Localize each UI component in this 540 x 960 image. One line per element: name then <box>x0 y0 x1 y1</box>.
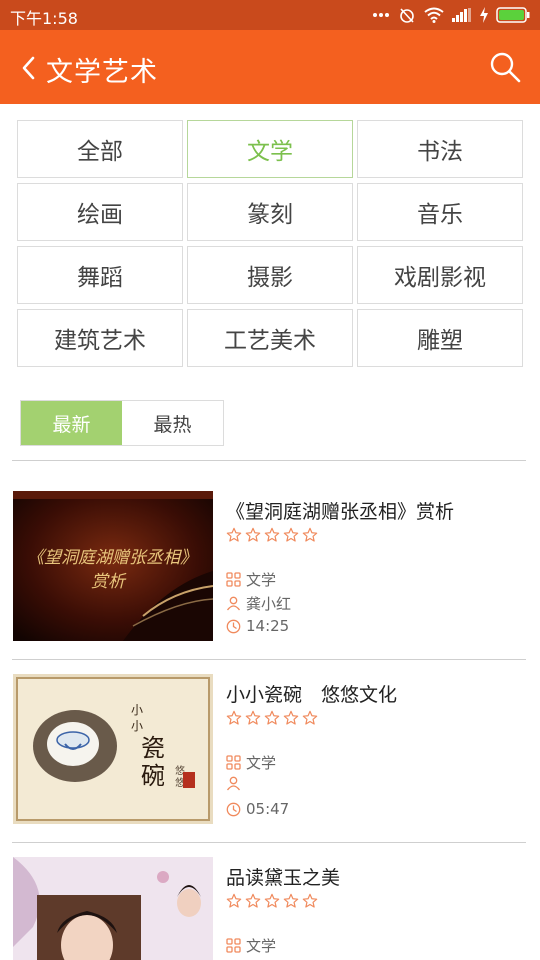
item-title: 《望洞庭湖赠张丞相》赏析 <box>226 501 455 523</box>
star-icon <box>283 710 299 726</box>
star-icon <box>264 893 280 909</box>
item-author: 龚小红 <box>226 593 291 614</box>
more-dots-icon <box>372 12 390 18</box>
svg-text:瓷: 瓷 <box>141 734 165 762</box>
video-thumbnail: 《望洞庭湖赠张丞相》 赏析 <box>13 491 213 641</box>
grid-icon <box>226 938 241 953</box>
divider <box>12 460 526 461</box>
video-thumbnail <box>13 857 213 960</box>
item-author <box>226 776 246 791</box>
divider <box>12 659 526 660</box>
video-thumbnail: 小 小 瓷 碗 悠 悠 <box>13 674 213 824</box>
item-category-label: 文学 <box>246 937 277 955</box>
grid-icon <box>226 572 241 587</box>
user-icon <box>226 596 241 611</box>
category-seal-carving[interactable]: 篆刻 <box>187 183 353 241</box>
svg-text:《望洞庭湖赠张丞相》: 《望洞庭湖赠张丞相》 <box>27 548 197 568</box>
divider <box>12 842 526 843</box>
svg-text:赏析: 赏析 <box>91 572 127 592</box>
star-icon <box>226 710 242 726</box>
category-literature[interactable]: 文学 <box>187 120 353 178</box>
category-grid: 全部 文学 书法 绘画 篆刻 音乐 舞蹈 摄影 戏剧影视 建筑艺术 工艺美术 雕… <box>17 120 523 368</box>
item-title: 品读黛玉之美 <box>226 867 341 889</box>
signal-icon <box>452 8 472 22</box>
category-all[interactable]: 全部 <box>17 120 183 178</box>
item-category: 文学 <box>226 935 276 956</box>
star-icon <box>226 527 242 543</box>
page-title: 文学艺术 <box>46 57 158 88</box>
star-icon <box>264 527 280 543</box>
clock-icon <box>226 619 241 634</box>
category-drama-film[interactable]: 戏剧影视 <box>357 246 523 304</box>
category-photography[interactable]: 摄影 <box>187 246 353 304</box>
tab-newest[interactable]: 最新 <box>21 401 122 445</box>
star-icon <box>245 710 261 726</box>
item-category: 文学 <box>226 752 276 773</box>
user-icon <box>226 776 241 791</box>
item-duration-label: 05:47 <box>246 800 290 818</box>
category-calligraphy[interactable]: 书法 <box>357 120 523 178</box>
svg-text:小: 小 <box>131 703 143 717</box>
star-icon <box>226 893 242 909</box>
rating-stars <box>226 710 318 726</box>
category-music[interactable]: 音乐 <box>357 183 523 241</box>
star-icon <box>283 527 299 543</box>
tab-hottest[interactable]: 最热 <box>122 401 223 445</box>
item-title: 小小瓷碗 悠悠文化 <box>226 684 398 706</box>
star-icon <box>302 893 318 909</box>
star-icon <box>302 710 318 726</box>
category-painting[interactable]: 绘画 <box>17 183 183 241</box>
search-button[interactable] <box>488 50 522 84</box>
item-category-label: 文学 <box>246 754 277 772</box>
item-duration: 14:25 <box>226 617 289 635</box>
star-icon <box>245 893 261 909</box>
list-item[interactable]: 《望洞庭湖赠张丞相》 赏析 《望洞庭湖赠张丞相》赏析 文学 龚小红 14:25 <box>0 491 540 661</box>
star-icon <box>302 527 318 543</box>
wifi-icon <box>424 7 444 23</box>
item-duration-label: 14:25 <box>246 617 290 635</box>
star-icon <box>264 710 280 726</box>
alarm-off-icon <box>398 6 416 24</box>
item-duration: 05:47 <box>226 800 289 818</box>
grid-icon <box>226 755 241 770</box>
list-item[interactable]: 小 小 瓷 碗 悠 悠 小小瓷碗 悠悠文化 文学 05:47 <box>0 674 540 844</box>
search-icon <box>488 52 522 88</box>
status-time: 下午1:58 <box>10 9 78 28</box>
sort-tabs: 最新 最热 <box>20 400 224 446</box>
charging-icon <box>480 7 488 23</box>
battery-icon <box>496 7 530 23</box>
star-icon <box>283 893 299 909</box>
back-button[interactable] <box>18 54 40 82</box>
category-dance[interactable]: 舞蹈 <box>17 246 183 304</box>
clock-icon <box>226 802 241 817</box>
category-sculpture[interactable]: 雕塑 <box>357 309 523 367</box>
app-bar: 文学艺术 <box>0 30 540 104</box>
status-icons <box>372 6 530 24</box>
item-category: 文学 <box>226 569 276 590</box>
svg-text:小: 小 <box>131 719 143 733</box>
svg-text:碗: 碗 <box>141 762 165 790</box>
item-author-label: 龚小红 <box>246 595 292 613</box>
rating-stars <box>226 527 318 543</box>
star-icon <box>245 527 261 543</box>
category-crafts[interactable]: 工艺美术 <box>187 309 353 367</box>
list-item[interactable]: 品读黛玉之美 文学 <box>0 857 540 960</box>
status-bar: 下午1:58 <box>0 0 540 30</box>
category-architecture[interactable]: 建筑艺术 <box>17 309 183 367</box>
rating-stars <box>226 893 318 909</box>
item-category-label: 文学 <box>246 571 277 589</box>
chevron-left-icon <box>18 56 40 86</box>
